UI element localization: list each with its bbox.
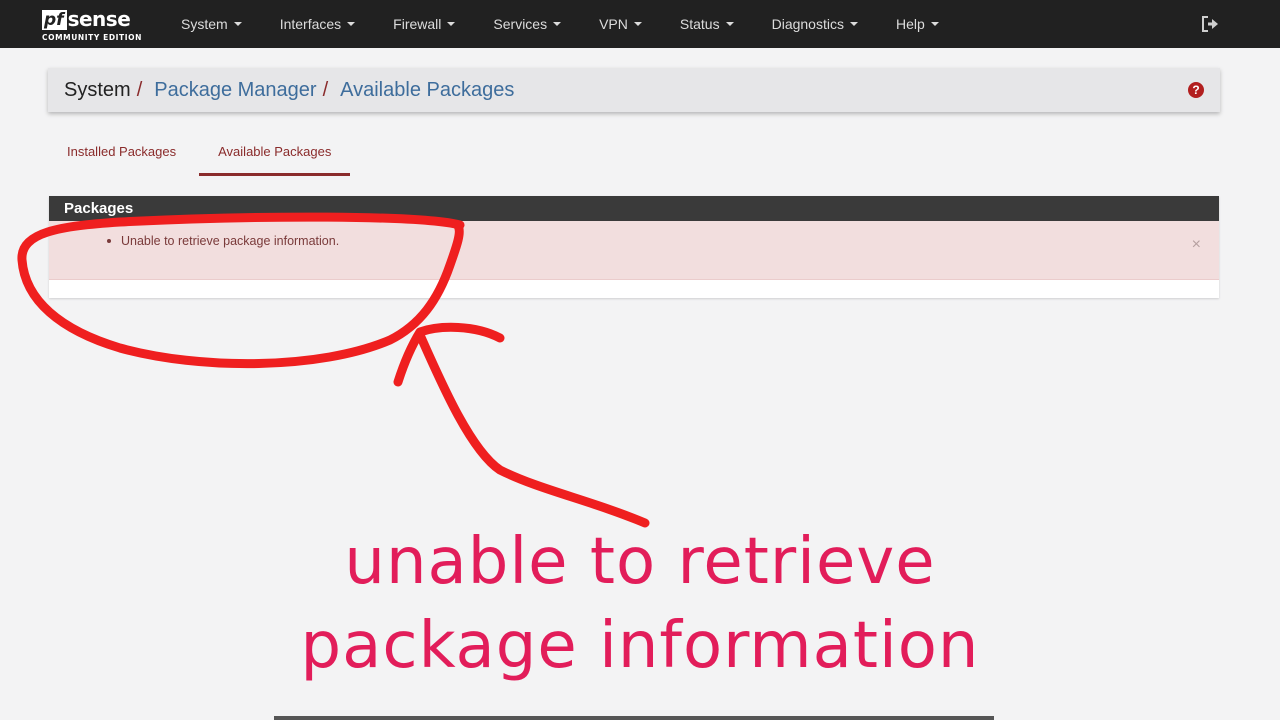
nav-diagnostics[interactable]: Diagnostics [759,16,871,32]
annotation-arrow-shaft [415,330,650,528]
nav-firewall-label: Firewall [393,16,442,32]
alert-message-row: Unable to retrieve package information. [107,234,339,248]
logout-icon[interactable] [1200,14,1220,34]
nav-services[interactable]: Services [480,16,574,32]
nav-interfaces-label: Interfaces [279,16,342,32]
nav-vpn-label: VPN [599,16,628,32]
breadcrumb-available-packages[interactable]: Available Packages [340,79,514,102]
breadcrumb-panel: System / Package Manager / Available Pac… [48,68,1220,112]
annotation-arrow-head [393,322,505,387]
brand-wordmark: pf sense [42,6,154,30]
brand-pf: pf [42,10,67,30]
nav-firewall[interactable]: Firewall [380,16,468,32]
packages-heading: Packages [49,196,1219,221]
breadcrumb: System / Package Manager / Available Pac… [48,79,514,102]
breadcrumb-separator: / [322,78,329,101]
brand-sense: sense [67,7,131,31]
error-alert: Unable to retrieve package information. … [49,221,1219,280]
alert-message: Unable to retrieve package information. [121,234,340,248]
caret-down-icon [725,22,734,26]
nav-services-label: Services [493,16,548,32]
bottom-scrollbar [274,716,994,720]
nav-menu: System Interfaces Firewall Services VPN … [168,0,952,48]
nav-system-label: System [181,16,228,32]
caption-line-2: package information [300,609,980,683]
nav-status-label: Status [679,16,720,32]
caption-line-1: unable to retrieve [344,525,936,599]
breadcrumb-package-manager[interactable]: Package Manager [154,79,316,102]
caret-down-icon [233,22,242,26]
top-navbar: pf sense COMMUNITY EDITION System Interfa… [0,0,1280,48]
bullet-icon [107,239,111,243]
question-circle-icon[interactable]: ? [1188,82,1204,98]
package-tabs: Installed Packages Available Packages [48,132,351,176]
page: pf sense COMMUNITY EDITION System Interfa… [0,0,1280,720]
nav-help-label: Help [895,16,925,32]
tab-installed-packages[interactable]: Installed Packages [48,132,195,176]
tab-available-packages[interactable]: Available Packages [199,132,351,176]
breadcrumb-separator: / [136,78,143,101]
nav-system[interactable]: System [168,16,255,32]
caret-down-icon [553,22,562,26]
brand-edition: COMMUNITY EDITION [42,33,143,42]
caret-down-icon [849,22,858,26]
caret-down-icon [633,22,642,26]
caret-down-icon [930,22,939,26]
close-icon[interactable]: × [1192,237,1201,253]
caret-down-icon [347,22,356,26]
nav-status[interactable]: Status [667,16,747,32]
nav-interfaces[interactable]: Interfaces [267,16,368,32]
nav-vpn[interactable]: VPN [586,16,655,32]
pfsense-logo[interactable]: pf sense COMMUNITY EDITION [42,6,154,44]
caret-down-icon [447,22,456,26]
nav-diagnostics-label: Diagnostics [771,16,844,32]
nav-help[interactable]: Help [883,16,952,32]
packages-panel: Packages Unable to retrieve package info… [49,196,1219,298]
breadcrumb-system: System [64,78,131,101]
